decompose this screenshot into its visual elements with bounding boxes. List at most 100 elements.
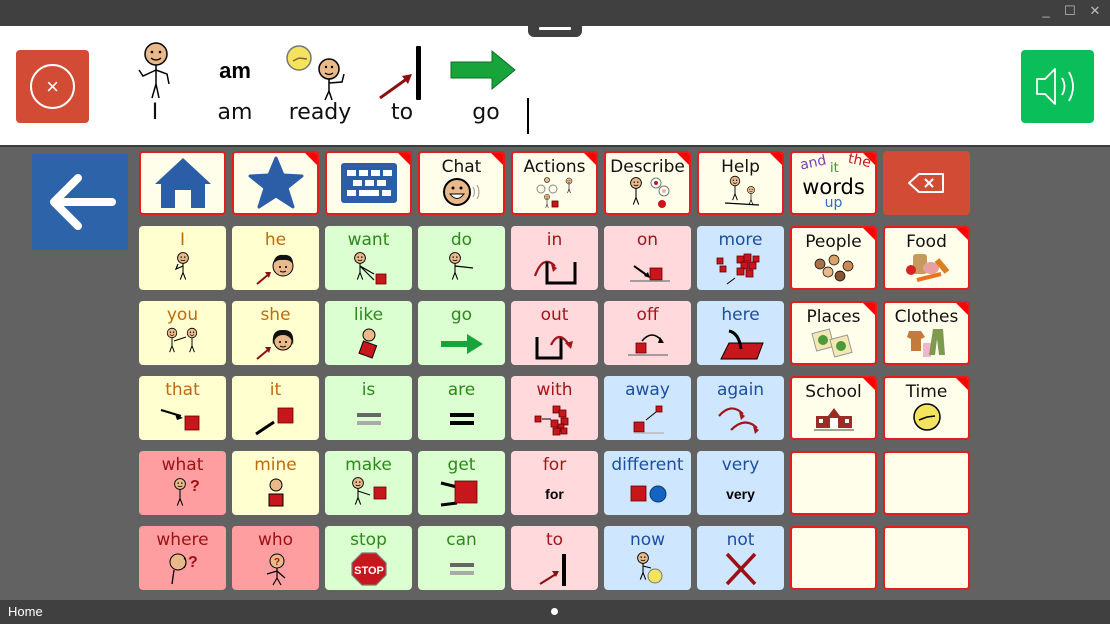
word-cell-mine[interactable]: mine: [232, 451, 319, 515]
message-word[interactable]: to: [372, 36, 432, 125]
folder-cell-star[interactable]: [232, 151, 319, 215]
word-cell-want[interactable]: want: [325, 226, 412, 290]
word-cell-now[interactable]: now: [604, 526, 691, 590]
cell-label: Chat: [441, 157, 482, 177]
word-cell-it[interactable]: it: [232, 376, 319, 440]
mine-icon: [232, 477, 319, 511]
folder-cell-actions[interactable]: Actions: [511, 151, 598, 215]
cell-label: not: [726, 530, 755, 550]
word-cell-again[interactable]: again: [697, 376, 784, 440]
maximize-icon[interactable]: ☐: [1060, 3, 1080, 19]
word-cell-do[interactable]: do: [418, 226, 505, 290]
food-icon: [885, 250, 968, 284]
folder-cell-people[interactable]: People: [790, 226, 877, 290]
word-the: the: [846, 151, 873, 172]
close-icon[interactable]: ✕: [1085, 3, 1105, 19]
equals-grey-icon: [325, 402, 412, 436]
cell-label: Describe: [610, 157, 685, 177]
cell-label: mine: [254, 455, 297, 475]
where-icon: ?: [139, 552, 226, 586]
back-button[interactable]: [32, 154, 128, 250]
delete-word-button[interactable]: [883, 151, 970, 215]
word-cell-off[interactable]: off: [604, 301, 691, 365]
word-cell-on[interactable]: on: [604, 226, 691, 290]
who-icon: ?: [232, 552, 319, 586]
green-right-arrow-icon: [448, 36, 524, 102]
cell-label: in: [546, 230, 563, 250]
word-cell-i[interactable]: I: [139, 226, 226, 290]
word-cell-get[interactable]: get: [418, 451, 505, 515]
word-cell-what[interactable]: what?: [139, 451, 226, 515]
minimize-icon[interactable]: _: [1036, 3, 1056, 18]
word-cell-away[interactable]: away: [604, 376, 691, 440]
cell-label: People: [805, 232, 862, 252]
green-arrow-icon: [418, 327, 505, 361]
word-cell-go[interactable]: go: [418, 301, 505, 365]
word-cell-are[interactable]: are: [418, 376, 505, 440]
folder-cell-empty[interactable]: [883, 451, 970, 515]
word-cell-out[interactable]: out: [511, 301, 598, 365]
word-cell-is[interactable]: is: [325, 376, 412, 440]
word-cell-who[interactable]: who?: [232, 526, 319, 590]
folder-cell-time[interactable]: Time: [883, 376, 970, 440]
what-icon: ?: [139, 477, 226, 511]
backspace-icon: [883, 151, 970, 215]
clear-message-button[interactable]: ×: [16, 50, 89, 123]
message-word-label: go: [472, 100, 500, 125]
folder-cell-empty[interactable]: [883, 526, 970, 590]
folder-cell-places[interactable]: Places: [790, 301, 877, 365]
word-cell-very[interactable]: very very: [697, 451, 784, 515]
page-indicator-dot[interactable]: [551, 608, 558, 615]
actions-icon: [513, 175, 596, 209]
word-cell-not[interactable]: not: [697, 526, 784, 590]
word-cell-that[interactable]: that: [139, 376, 226, 440]
word-cell-different[interactable]: different: [604, 451, 691, 515]
word-cell-he[interactable]: he: [232, 226, 319, 290]
word-cell-with[interactable]: with: [511, 376, 598, 440]
word-cell-for[interactable]: for for: [511, 451, 598, 515]
word-cell-in[interactable]: in: [511, 226, 598, 290]
person-pointing-self-icon: [125, 36, 185, 102]
folder-cell-food[interactable]: Food: [883, 226, 970, 290]
person-self-icon: [139, 252, 226, 286]
cell-label: very: [721, 455, 760, 475]
folder-cell-home[interactable]: [139, 151, 226, 215]
cell-label: she: [260, 305, 291, 325]
folder-cell-clothes[interactable]: Clothes: [883, 301, 970, 365]
word-cell-she[interactable]: she: [232, 301, 319, 365]
word-cell-where[interactable]: where?: [139, 526, 226, 590]
speak-button[interactable]: [1021, 50, 1094, 123]
text-symbol-icon: for: [545, 486, 564, 502]
in-icon: [511, 252, 598, 286]
equals-grey-icon: [418, 552, 505, 586]
cell-label: Food: [906, 232, 947, 252]
word-cell-here[interactable]: here: [697, 301, 784, 365]
folder-cell-school[interactable]: School: [790, 376, 877, 440]
word-cell-can[interactable]: can: [418, 526, 505, 590]
folder-cell-keyboard[interactable]: [325, 151, 412, 215]
message-word[interactable]: ready: [282, 36, 358, 125]
folder-cell-chat[interactable]: Chat: [418, 151, 505, 215]
star-icon: [234, 155, 317, 211]
now-icon: [604, 552, 691, 586]
word-cell-to[interactable]: to: [511, 526, 598, 590]
folder-cell-help[interactable]: Help: [697, 151, 784, 215]
message-word[interactable]: I: [125, 36, 185, 125]
make-icon: [325, 477, 412, 511]
folder-cell-empty[interactable]: [790, 526, 877, 590]
text-symbol-icon: very: [726, 486, 755, 502]
word-cell-make[interactable]: make: [325, 451, 412, 515]
word-cell-more[interactable]: more: [697, 226, 784, 290]
message-word[interactable]: am am: [205, 36, 265, 125]
word-cell-like[interactable]: like: [325, 301, 412, 365]
folder-cell-describe[interactable]: Describe: [604, 151, 691, 215]
folder-cell-empty[interactable]: [790, 451, 877, 515]
word-cell-you[interactable]: you: [139, 301, 226, 365]
message-word[interactable]: go: [448, 36, 524, 125]
word-cell-stop[interactable]: stop STOP: [325, 526, 412, 590]
folder-cell-words[interactable]: and it the words up: [790, 151, 877, 215]
message-bar[interactable]: × I am am ready to go: [0, 26, 1110, 147]
arrow-to-line-icon: [372, 36, 432, 102]
message-bar-toggle-handle[interactable]: [528, 20, 582, 37]
off-icon: [604, 327, 691, 361]
